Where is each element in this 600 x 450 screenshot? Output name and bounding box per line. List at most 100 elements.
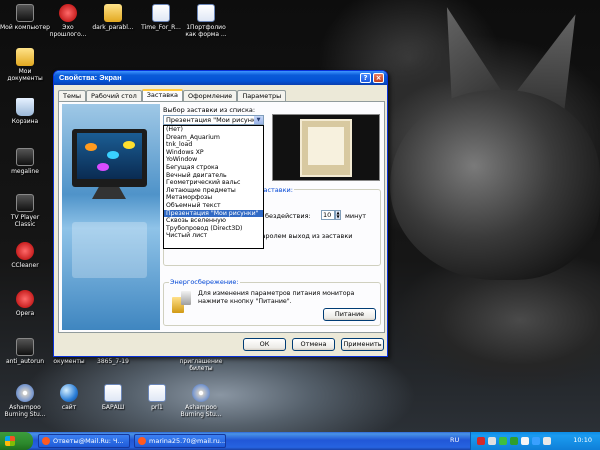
- desktop-icon-label: prl1: [151, 404, 163, 411]
- dropdown-option[interactable]: Windows XP: [164, 149, 263, 157]
- desktop-icon-ashampoo-2[interactable]: Ashampoo Burning Stu...: [176, 384, 226, 418]
- taskbar-item-mail[interactable]: marina25.70@mail.ru...: [134, 434, 226, 448]
- screensaver-mini-preview: [272, 114, 380, 181]
- opera-icon: [138, 437, 146, 445]
- word-document-icon: [197, 4, 215, 22]
- monitor-stand: [92, 187, 126, 199]
- desktop-icon-label: приглашение билеты: [179, 358, 223, 372]
- desktop-icon-opera[interactable]: Opera: [0, 290, 50, 317]
- dropdown-option[interactable]: Чистый лист: [164, 232, 263, 240]
- dropdown-option[interactable]: YoWindow: [164, 156, 263, 164]
- desktop-icon-megaline[interactable]: megaline: [0, 148, 50, 175]
- desktop-icon-echo[interactable]: Эхо прошлого...: [43, 4, 93, 38]
- tab-settings[interactable]: Параметры: [237, 90, 287, 101]
- tray-app-icon[interactable]: [510, 437, 518, 445]
- dropdown-option[interactable]: (Нет): [164, 126, 263, 134]
- desktop-icon-anti-autorun[interactable]: anti_autorun: [0, 338, 50, 365]
- apply-button[interactable]: Применить: [341, 338, 384, 351]
- interval-stepper[interactable]: ▲ ▼: [335, 210, 341, 220]
- dialog-title[interactable]: Свойства: Экран: [54, 71, 387, 85]
- taskbar-item-label: Ответы@Mail.Ru: Ч...: [53, 437, 124, 445]
- monitor-reflection: [72, 222, 147, 278]
- screensaver-select[interactable]: Презентация "Мои рисунки" ▼: [163, 115, 264, 125]
- desktop-icon-label: Ashampoo Burning Stu...: [180, 404, 222, 418]
- desktop-icon-portfolio[interactable]: 1Портфолио как форма ...: [181, 4, 231, 38]
- computer-icon: [16, 4, 34, 22]
- desktop-icon-barash[interactable]: БАРАШ: [88, 384, 138, 411]
- desktop-icon-prl1[interactable]: prl1: [132, 384, 182, 411]
- dropdown-option[interactable]: Сквозь вселенную: [164, 217, 263, 225]
- desktop-icon-recycle-bin[interactable]: Корзина: [0, 98, 50, 125]
- screensaver-group-legend: заставки:: [259, 186, 294, 194]
- power-button[interactable]: Питание: [323, 308, 376, 321]
- dropdown-option[interactable]: Бегущая строка: [164, 164, 263, 172]
- desktop-icon-time-for[interactable]: Time_For_R...: [136, 4, 186, 31]
- desktop-icon-label: anti_autorun: [5, 358, 45, 365]
- network-icon[interactable]: [532, 437, 540, 445]
- dropdown-option[interactable]: Объемный текст: [164, 202, 263, 210]
- opera-icon: [16, 290, 34, 308]
- desktop-icon-dark-parabl[interactable]: dark_parabl...: [88, 4, 138, 31]
- desktop-icon-label: БАРАШ: [101, 404, 125, 411]
- globe-icon: [60, 384, 78, 402]
- tray-app-icon[interactable]: [477, 437, 485, 445]
- desktop-icon-my-documents[interactable]: Мои документы: [0, 48, 50, 82]
- power-settings-icon: [172, 291, 192, 313]
- app-icon: [59, 4, 77, 22]
- chevron-down-icon[interactable]: ▼: [254, 116, 263, 124]
- cat-head: [390, 90, 600, 280]
- screensaver-dropdown-list: (Нет) Dream_Aquarium tnk_load Windows XP…: [163, 125, 264, 249]
- dropdown-option-selected[interactable]: Презентация "Мои рисунки": [164, 209, 263, 218]
- volume-icon[interactable]: [521, 437, 529, 445]
- fish-icon: [107, 151, 119, 159]
- language-indicator[interactable]: RU: [450, 436, 459, 444]
- taskbar-item-answers[interactable]: Ответы@Mail.Ru: Ч...: [38, 434, 130, 448]
- start-button[interactable]: [0, 432, 33, 450]
- opera-icon: [42, 437, 50, 445]
- dropdown-option[interactable]: Метаморфозы: [164, 194, 263, 202]
- system-tray: 10:10: [470, 432, 600, 450]
- recycle-bin-icon: [16, 98, 34, 116]
- desktop-icon-label: 3865_7-19: [97, 358, 129, 365]
- clock[interactable]: 10:10: [573, 436, 592, 444]
- help-button[interactable]: ?: [360, 73, 371, 83]
- ccleaner-icon: [16, 242, 34, 260]
- desktop-icon-ccleaner[interactable]: CCleaner: [0, 242, 50, 269]
- desktop-icon-label: dark_parabl...: [92, 24, 134, 31]
- interval-label: бездействия:: [265, 212, 311, 220]
- burning-disc-icon: [16, 384, 34, 402]
- screensaver-select-value: Презентация "Мои рисунки": [166, 116, 264, 124]
- interval-input[interactable]: 10: [321, 210, 335, 220]
- ok-button[interactable]: ОК: [243, 338, 286, 351]
- desktop-icon-label: Эхо прошлого...: [49, 24, 87, 38]
- folder-icon: [16, 48, 34, 66]
- fish-icon: [85, 143, 97, 151]
- desktop-icon-label: megaline: [11, 168, 39, 175]
- close-button[interactable]: ×: [373, 73, 384, 83]
- desktop-icon-site[interactable]: сайт: [44, 384, 94, 411]
- tab-desktop[interactable]: Рабочий стол: [86, 90, 142, 101]
- tray-app-icon[interactable]: [543, 437, 551, 445]
- tab-appearance[interactable]: Оформление: [183, 90, 238, 101]
- fish-icon: [123, 141, 135, 149]
- archive-icon: [104, 4, 122, 22]
- dropdown-option[interactable]: Летающие предметы: [164, 187, 263, 195]
- tray-app-icon[interactable]: [488, 437, 496, 445]
- power-description: Для изменения параметров питания монитор…: [198, 290, 355, 305]
- tray-app-icon[interactable]: [499, 437, 507, 445]
- tab-strip: Темы Рабочий стол Заставка Оформление Па…: [58, 89, 287, 101]
- tab-themes[interactable]: Темы: [58, 90, 87, 101]
- desktop-icon-label: сайт: [61, 404, 77, 411]
- desktop-icon-tv-player[interactable]: TV Player Classic: [0, 194, 50, 228]
- desktop-icon-label: Корзина: [11, 118, 39, 125]
- desktop-icon-ashampoo-1[interactable]: Ashampoo Burning Stu...: [0, 384, 50, 418]
- dropdown-option[interactable]: Геометрический вальс: [164, 179, 263, 187]
- fish-icon: [97, 163, 109, 171]
- dropdown-option[interactable]: tnk_load: [164, 141, 263, 149]
- tab-screensaver[interactable]: Заставка: [141, 89, 183, 101]
- dropdown-option[interactable]: Dream_Aquarium: [164, 134, 263, 142]
- cancel-button[interactable]: Отмена: [292, 338, 335, 351]
- desktop-icon-label: окументы: [53, 358, 85, 365]
- desktop-icon-label: Мои документы: [7, 68, 43, 82]
- display-properties-dialog: Свойства: Экран ? × Темы Рабочий стол За…: [53, 70, 388, 357]
